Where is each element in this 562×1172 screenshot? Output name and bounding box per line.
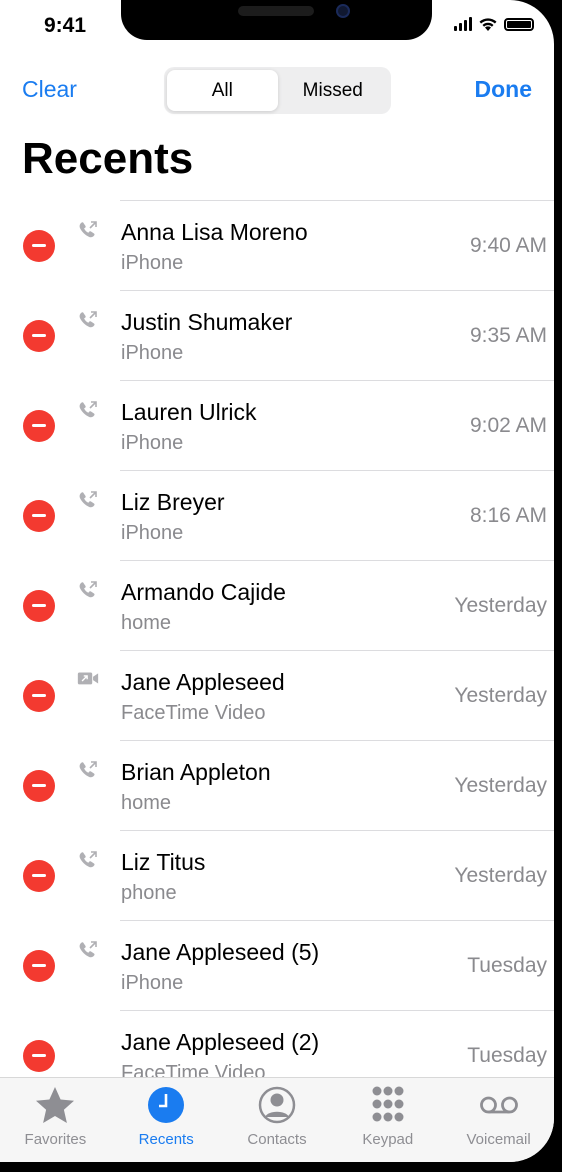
delete-button[interactable] (23, 860, 55, 892)
call-time: Yesterday (454, 864, 547, 887)
delete-button[interactable] (23, 500, 55, 532)
battery-icon (504, 18, 534, 31)
tab-bar: Favorites Recents Contacts Keypad Voicem… (0, 1077, 554, 1162)
phone-outgoing-icon (77, 760, 99, 780)
phone-outgoing-icon (77, 220, 99, 240)
star-icon (36, 1087, 75, 1123)
phone-screen: 9:41 Clear All Missed Done Recents Anna … (0, 0, 554, 1162)
caller-name: Liz Breyer (121, 489, 225, 515)
call-row[interactable]: Jane Appleseed (5) iPhone Tuesday (23, 920, 554, 1010)
video-outgoing-icon (77, 670, 99, 690)
call-time: 9:02 AM (469, 414, 547, 437)
call-type: iPhone (121, 432, 184, 454)
tab-label: Favorites (24, 1131, 87, 1148)
phone-outgoing-icon (77, 580, 99, 600)
call-row[interactable]: Jane Appleseed FaceTime Video Yesterday (23, 650, 554, 740)
phone-outgoing-icon (77, 310, 99, 330)
phone-outgoing-icon (77, 850, 99, 870)
recents-list: Anna Lisa Moreno iPhone 9:40 AM Justin Sh… (0, 200, 554, 1100)
call-type: iPhone (121, 342, 184, 364)
segmented-control: All Missed (164, 67, 391, 114)
call-time: Tuesday (467, 1044, 547, 1067)
caller-name: Liz Titus (121, 849, 206, 875)
call-time: Tuesday (467, 954, 547, 977)
tab-label: Keypad (362, 1131, 414, 1148)
delete-button[interactable] (23, 680, 55, 712)
call-row[interactable]: Justin Shumaker iPhone 9:35 AM (23, 290, 554, 380)
delete-button[interactable] (23, 410, 55, 442)
wifi-icon (479, 18, 497, 31)
caller-name: Brian Appleton (121, 759, 271, 785)
clear-button[interactable]: Clear (22, 76, 77, 103)
call-time: 9:40 AM (469, 234, 547, 257)
caller-name: Lauren Ulrick (121, 399, 257, 425)
call-row[interactable]: Brian Appleton home Yesterday (23, 740, 554, 830)
call-row[interactable]: Anna Lisa Moreno iPhone 9:40 AM (23, 200, 554, 290)
page-title: Recents (22, 134, 194, 183)
call-type: iPhone (121, 522, 184, 544)
call-row[interactable]: Liz Breyer iPhone 8:16 AM (23, 470, 554, 560)
call-time: 9:35 AM (469, 324, 547, 347)
delete-button[interactable] (23, 1040, 55, 1072)
tab-keypad[interactable]: Keypad (332, 1078, 443, 1162)
phone-outgoing-icon (77, 400, 99, 420)
tab-voicemail[interactable]: Voicemail (443, 1078, 554, 1162)
call-row[interactable]: Liz Titus phone Yesterday (23, 830, 554, 920)
delete-button[interactable] (23, 590, 55, 622)
phone-outgoing-icon (77, 940, 99, 960)
caller-name: Jane Appleseed (5) (121, 939, 320, 965)
status-time: 9:41 (44, 14, 87, 37)
tab-label: Voicemail (466, 1131, 531, 1148)
caller-name: Armando Cajide (121, 579, 286, 605)
speaker (238, 6, 314, 16)
tab-label: Contacts (247, 1131, 307, 1148)
voicemail-icon (479, 1096, 518, 1114)
phone-outgoing-icon (77, 490, 99, 510)
call-type: phone (121, 882, 177, 904)
call-time: Yesterday (454, 594, 547, 617)
delete-button[interactable] (23, 230, 55, 262)
delete-button[interactable] (23, 320, 55, 352)
done-button[interactable]: Done (475, 76, 533, 103)
call-type: iPhone (121, 252, 184, 274)
keypad-icon (372, 1086, 404, 1122)
tab-label: Recents (138, 1131, 194, 1148)
call-row[interactable]: Armando Cajide home Yesterday (23, 560, 554, 650)
tab-recents[interactable]: Recents (111, 1078, 222, 1162)
call-type: iPhone (121, 972, 184, 994)
call-time: Yesterday (454, 684, 547, 707)
delete-button[interactable] (23, 770, 55, 802)
segment-missed[interactable]: Missed (278, 70, 389, 111)
caller-name: Justin Shumaker (121, 309, 293, 335)
call-time: 8:16 AM (469, 504, 547, 527)
camera (336, 4, 350, 18)
signal-icon (454, 17, 472, 31)
segment-all[interactable]: All (167, 70, 278, 111)
clock-icon (148, 1087, 185, 1123)
delete-button[interactable] (23, 950, 55, 982)
call-type: FaceTime Video (121, 702, 266, 724)
call-time: Yesterday (454, 774, 547, 797)
call-type: home (121, 792, 172, 814)
notch (121, 0, 432, 40)
caller-name: Jane Appleseed (2) (121, 1029, 320, 1055)
person-circle-icon (258, 1086, 296, 1124)
tab-contacts[interactable]: Contacts (222, 1078, 333, 1162)
tab-favorites[interactable]: Favorites (0, 1078, 111, 1162)
status-icons (454, 16, 534, 31)
call-row[interactable]: Lauren Ulrick iPhone 9:02 AM (23, 380, 554, 470)
call-type: home (121, 612, 172, 634)
caller-name: Jane Appleseed (121, 669, 285, 695)
caller-name: Anna Lisa Moreno (121, 219, 308, 245)
